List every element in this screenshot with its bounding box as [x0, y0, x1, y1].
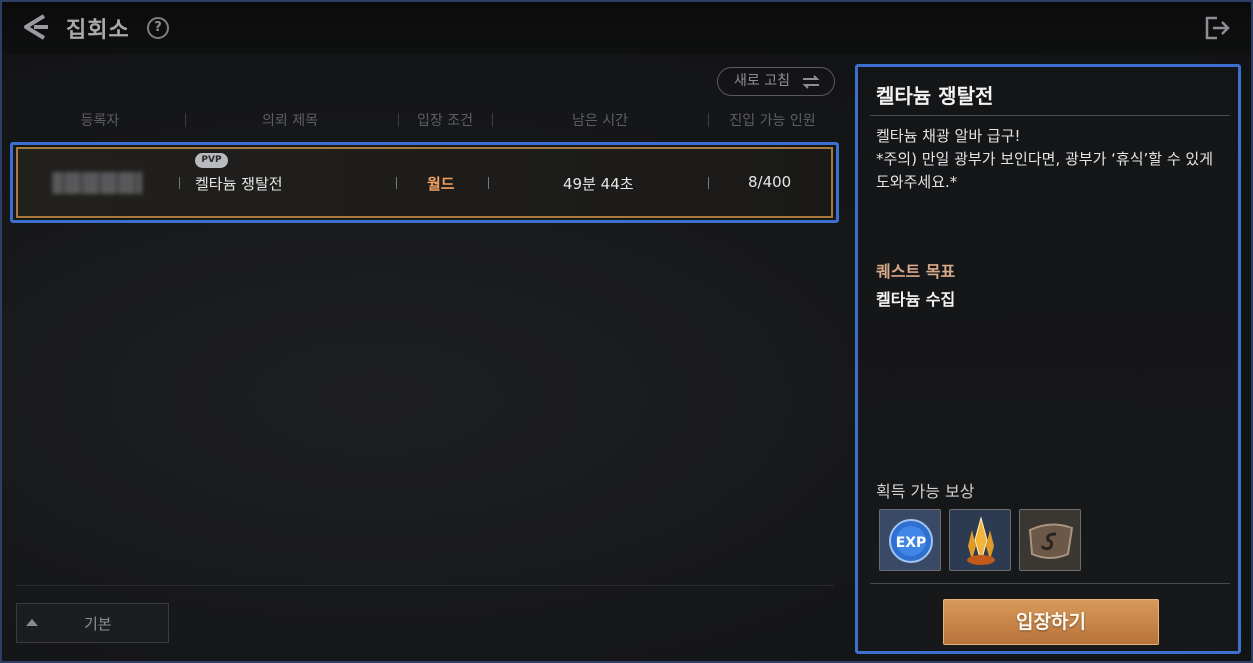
reward-slot-scroll[interactable] — [1019, 509, 1081, 571]
row-remaining-time: 49분 44초 — [563, 175, 634, 193]
crystal-icon — [950, 510, 1010, 570]
row-separator — [396, 177, 397, 189]
column-divider — [492, 113, 493, 127]
column-divider — [185, 113, 186, 127]
row-separator — [488, 177, 489, 189]
refresh-label: 새로 고침 — [734, 73, 790, 89]
refresh-button[interactable]: 새로 고침 — [717, 67, 835, 96]
row-separator — [708, 177, 709, 189]
row-title: 켈타늄 쟁탈전 — [195, 175, 283, 193]
row-capacity: 8/400 — [748, 173, 792, 191]
help-icon[interactable]: ? — [147, 17, 169, 39]
filter-label: 기본 — [84, 615, 112, 633]
detail-title: 켈타늄 쟁탈전 — [876, 84, 994, 108]
top-bar — [2, 2, 1251, 54]
description-line: *주의) 만일 광부가 보인다면, 광부가 ‘휴식’할 수 있게 도와주세요.* — [876, 150, 1214, 191]
reward-slot-crystal[interactable] — [949, 509, 1011, 571]
description-line: 켈타늄 채광 알바 급구! — [876, 127, 1021, 145]
row-separator — [179, 177, 180, 189]
column-divider — [708, 113, 709, 127]
list-divider — [16, 585, 834, 586]
reward-label: 획득 가능 보상 — [876, 482, 975, 501]
page-title: 집회소 — [66, 18, 130, 43]
detail-divider — [870, 115, 1230, 116]
quest-goal-label: 퀘스트 목표 — [876, 262, 956, 281]
reward-divider — [870, 583, 1230, 584]
reward-slot-exp[interactable]: EXP — [879, 509, 941, 571]
column-divider — [398, 113, 399, 127]
column-header-registrant: 등록자 — [80, 113, 120, 129]
svg-text:EXP: EXP — [896, 535, 927, 551]
enter-button[interactable]: 입장하기 — [943, 599, 1159, 645]
column-header-capacity: 진입 가능 인원 — [729, 113, 816, 129]
quest-goal: 켈타늄 수집 — [876, 290, 956, 309]
exp-icon: EXP — [880, 510, 940, 570]
swap-arrows-icon — [802, 75, 820, 89]
caret-up-icon — [26, 619, 38, 626]
back-arrow-icon[interactable] — [18, 12, 50, 42]
exit-icon[interactable] — [1203, 14, 1231, 42]
row-condition: 월드 — [427, 175, 455, 193]
column-header-remaining: 남은 시간 — [572, 113, 628, 129]
column-header-title: 의뢰 제목 — [262, 113, 318, 129]
scroll-icon — [1020, 510, 1080, 570]
detail-description: 켈타늄 채광 알바 급구! *주의) 만일 광부가 보인다면, 광부가 ‘휴식’… — [876, 125, 1221, 194]
column-header-condition: 입장 조건 — [417, 113, 473, 129]
pvp-badge: PVP — [195, 153, 228, 168]
registrant-name-blurred — [52, 172, 142, 194]
